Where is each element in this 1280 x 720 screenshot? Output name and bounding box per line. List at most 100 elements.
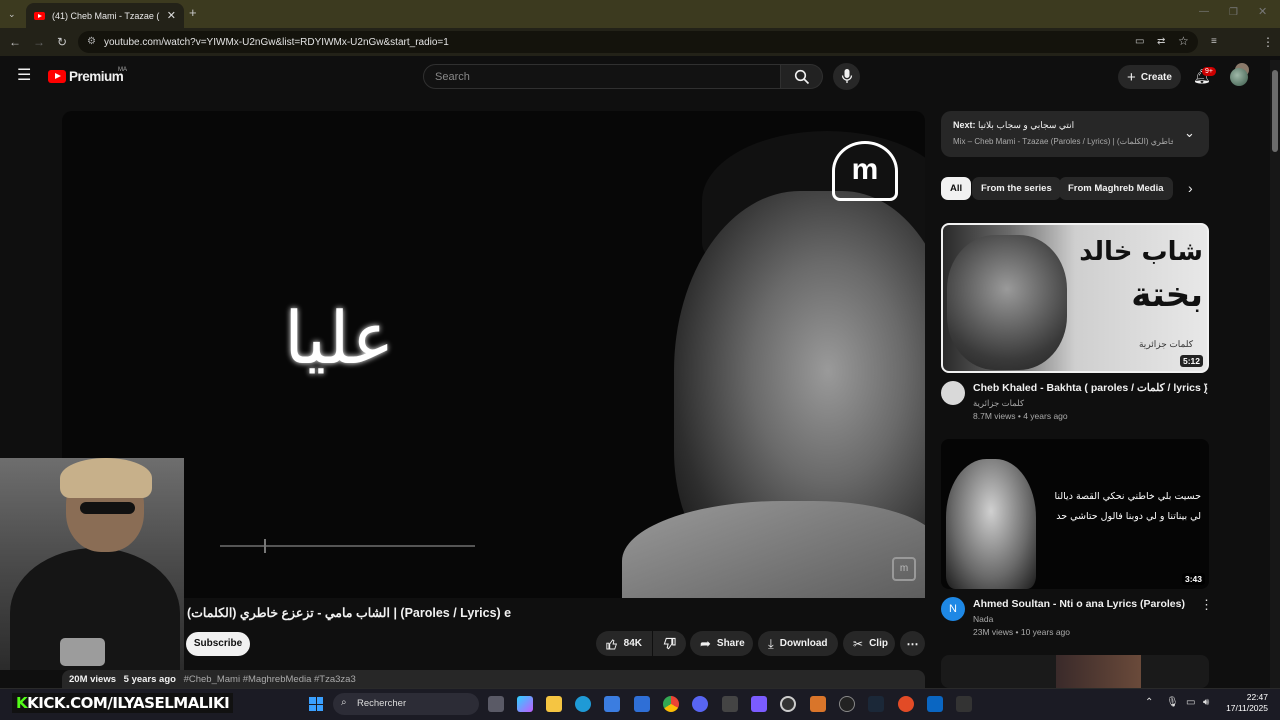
account-avatar[interactable] (1230, 68, 1248, 86)
app-icon[interactable] (810, 696, 826, 712)
tray-overflow-icon[interactable]: ⌃ (1145, 697, 1153, 708)
minimize-icon[interactable]: — (1199, 6, 1209, 18)
store-icon[interactable] (604, 696, 620, 712)
voice-search-button[interactable] (833, 63, 860, 90)
edge-icon[interactable] (575, 696, 591, 712)
more-options-icon[interactable]: ⋮ (1200, 598, 1213, 611)
mic-tray-icon[interactable]: 🎙︎ (1166, 697, 1179, 708)
create-button[interactable]: + Create (1118, 65, 1181, 89)
site-info-icon[interactable]: ⚙ (87, 36, 96, 47)
reload-icon[interactable]: ↻ (57, 36, 67, 48)
video-title: الشاب مامي - تزعزع خاطري (الكلمات) | (Pa… (187, 606, 512, 620)
country-code: MA (118, 67, 127, 73)
page-scrollbar-thumb[interactable] (1272, 70, 1278, 152)
taskbar-search-box[interactable]: ⌕ Rechercher (333, 693, 479, 715)
tab-list-icon[interactable]: ⌄ (8, 8, 16, 20)
scissors-icon: ✂ (853, 636, 864, 651)
forward-icon[interactable]: → (33, 36, 45, 48)
close-window-icon[interactable]: ✕ (1258, 6, 1267, 18)
reading-list-icon[interactable]: ≡ (1211, 36, 1217, 48)
discord-icon[interactable] (692, 696, 708, 712)
windows-start-icon[interactable] (309, 697, 323, 711)
new-tab-icon[interactable]: + (189, 6, 197, 19)
channel-avatar[interactable]: N (941, 597, 965, 621)
video-duration: 3:43 (1181, 573, 1205, 585)
streamer-webcam (0, 458, 184, 670)
youtube-logo-icon[interactable] (48, 70, 66, 83)
back-icon[interactable]: ← (9, 36, 21, 48)
browser-tab-bar: ⌄ (41) Cheb Mami - Tzazae (Parol ✕ + — ❐… (0, 0, 1280, 28)
share-button[interactable]: ➦ Share (690, 631, 753, 656)
clock-date: 17/11/2025 (1226, 703, 1268, 713)
obs-icon[interactable] (780, 696, 796, 712)
webcam-sunglasses (80, 502, 135, 514)
chip-all[interactable]: All (941, 177, 972, 200)
recommendation-thumbnail[interactable]: حسيت بلي خاطني نحكي القصة ديالنا لي بينا… (941, 439, 1209, 589)
webcam-phone (60, 638, 105, 666)
taskbar-clock[interactable]: 22:47 17/11/2025 (1222, 692, 1268, 714)
url-field[interactable]: ⚙ youtube.com/watch?v=YIWMx-U2nGw&list=R… (78, 31, 1198, 53)
recommendation-title[interactable]: Ahmed Soultan - Nti o ana Lyrics (Parole… (973, 598, 1185, 610)
photos-icon[interactable] (722, 696, 738, 712)
url-text: youtube.com/watch?v=YIWMx-U2nGw&list=RDY… (104, 36, 449, 48)
epic-games-icon[interactable] (956, 696, 972, 712)
linkedin-icon[interactable] (927, 696, 943, 712)
youtube-premium-logo-text[interactable]: Premium (69, 69, 124, 84)
browser-tab[interactable]: (41) Cheb Mami - Tzazae (Parol ✕ (26, 3, 184, 28)
chevron-down-icon[interactable]: ⌄ (1184, 125, 1195, 141)
thumbnail-text-2: بختة (1131, 275, 1203, 315)
chrome-icon[interactable] (663, 696, 679, 712)
chip-from-the-series[interactable]: From the series (972, 177, 1061, 200)
recommendation-title[interactable]: Cheb Khaled - Bakhta ( paroles / كلمات /… (973, 382, 1207, 394)
file-explorer-icon[interactable] (546, 696, 562, 712)
audio-waveform (220, 545, 475, 547)
clip-button[interactable]: ✂ Clip (843, 631, 895, 656)
chip-from-maghreb-media[interactable]: From Maghreb Media (1059, 177, 1173, 200)
steam-icon[interactable] (868, 696, 884, 712)
task-view-icon[interactable] (488, 696, 504, 712)
outlook-icon[interactable] (634, 696, 650, 712)
more-actions-button[interactable]: ⋯ (900, 631, 925, 656)
hashtags[interactable]: #Cheb_Mami #MaghrebMedia #Tza3za3 (184, 674, 356, 685)
page-scrollbar-track[interactable] (1270, 60, 1280, 688)
thumbnail-image (1056, 655, 1141, 688)
recommendation-channel[interactable]: كلمات جزائرية (973, 398, 1024, 409)
copilot-icon[interactable] (517, 696, 533, 712)
browser-menu-icon[interactable]: ⋮ (1262, 36, 1274, 48)
dislike-button[interactable] (653, 631, 686, 656)
thumbnail-caption: كلمات جزائرية (1138, 339, 1193, 349)
upload-age: 5 years ago (123, 674, 176, 685)
recommendation-meta: 23M views • 10 years ago (973, 627, 1070, 637)
translate-icon[interactable]: ⇄ (1157, 36, 1165, 48)
close-tab-icon[interactable]: ✕ (167, 9, 176, 22)
hamburger-menu-icon[interactable]: ☰ (17, 68, 31, 84)
share-arrow-icon: ➦ (700, 635, 711, 651)
search-button[interactable] (781, 64, 823, 89)
subscribe-button[interactable]: Subscribe (186, 632, 250, 656)
thumbnail-text-1: شاب خالد (1079, 237, 1203, 267)
app-icon[interactable] (898, 696, 914, 712)
like-button[interactable]: 84K (596, 631, 652, 656)
video-frame-shirt (622, 501, 925, 598)
channel-watermark-icon[interactable]: m (892, 557, 916, 581)
app-icon[interactable] (839, 696, 855, 712)
network-icon[interactable]: ▭ (1186, 697, 1195, 708)
notification-badge: 9+ (1202, 67, 1216, 76)
next-prefix: Next: (953, 120, 976, 130)
channel-avatar[interactable] (941, 381, 965, 405)
more-options-icon[interactable]: ⋮ (1200, 382, 1213, 395)
cast-icon[interactable]: ▭ (1135, 36, 1144, 48)
maximize-icon[interactable]: ❐ (1229, 7, 1238, 19)
recommendation-channel[interactable]: Nada (973, 614, 993, 624)
next-in-mix-panel[interactable]: Next: انتي سجابي و سجاب بلاتيا Mix – Che… (941, 111, 1209, 157)
bookmark-star-icon[interactable]: ☆ (1178, 35, 1189, 47)
recommendation-thumbnail[interactable]: شاب خالد بختة كلمات جزائرية 5:12 (941, 223, 1209, 373)
video-player[interactable]: عليا m m (62, 111, 925, 598)
chips-next-arrow-icon[interactable]: › (1188, 180, 1193, 196)
recommendation-thumbnail[interactable] (941, 655, 1209, 688)
volume-icon[interactable]: 🔊︎ (1203, 697, 1209, 708)
download-button[interactable]: ⤓ Download (758, 631, 838, 656)
search-input[interactable]: Search (423, 64, 781, 89)
microphone-icon (841, 69, 853, 83)
gamepad-icon[interactable] (751, 696, 767, 712)
